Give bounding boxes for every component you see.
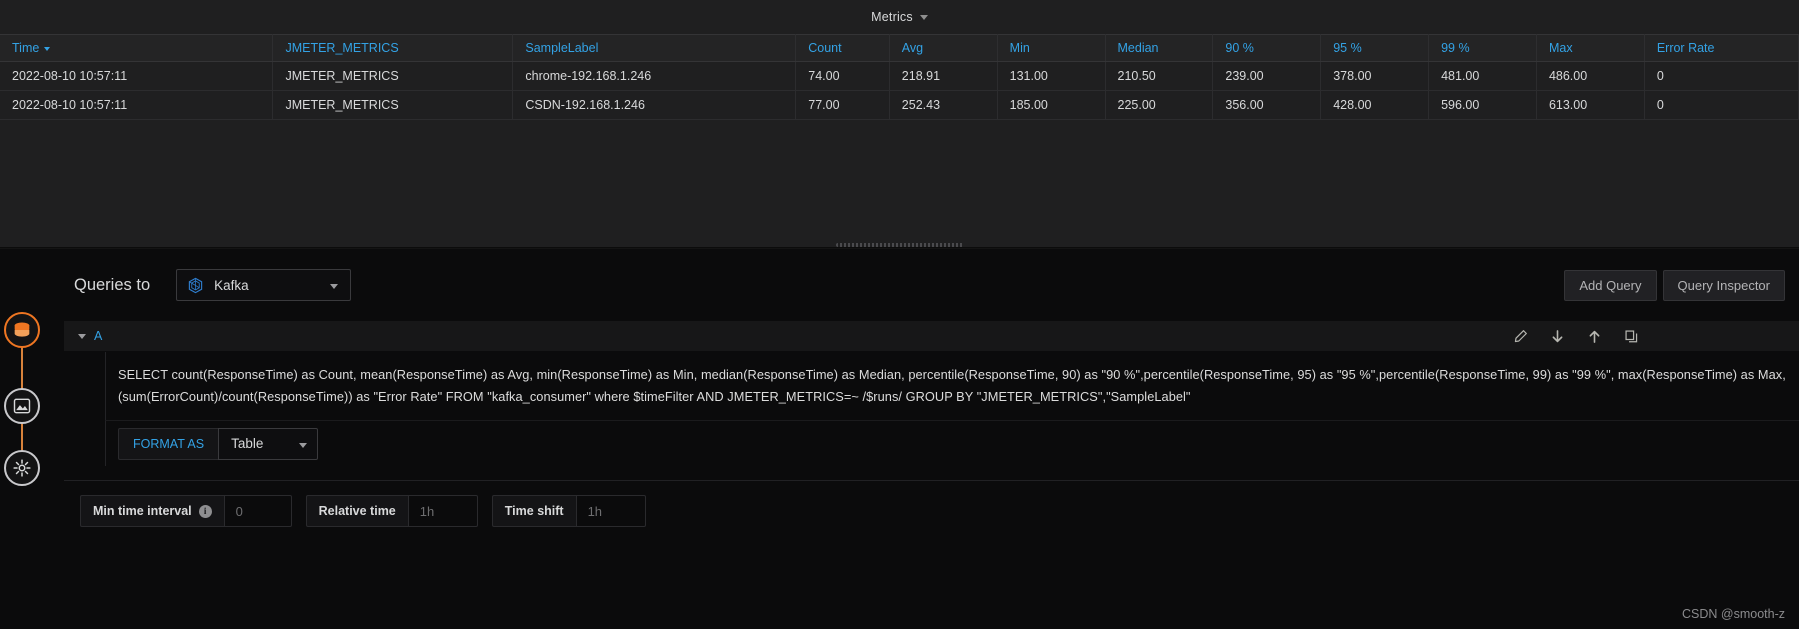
column-label-time: Time [12,41,40,55]
metrics-panel: Metrics Time JMETER_METRICS SampleLabel … [0,0,1799,248]
relative-time-input[interactable]: 1h [407,495,478,527]
queries-to-label: Queries to [74,275,151,294]
sort-descending-icon [44,46,51,51]
chevron-down-icon[interactable] [78,333,86,339]
cell-count: 77.00 [795,90,890,120]
dashboard-image-icon[interactable] [4,388,40,424]
column-header-jmeter-metrics[interactable]: JMETER_METRICS [272,34,514,62]
query-row-actions [1513,329,1799,344]
format-as-value: Table [231,436,264,451]
cell-label: CSDN-192.168.1.246 [512,90,797,120]
min-time-interval-text: Min time interval [93,504,192,518]
query-editor: Queries to Kafka Add Query Query Inspect… [0,249,1799,629]
cell-p90: 239.00 [1212,61,1322,91]
cell-label: chrome-192.168.1.246 [512,61,797,91]
min-time-interval-input[interactable]: 0 [223,495,292,527]
cell-min: 185.00 [997,90,1106,120]
cell-max: 486.00 [1536,61,1645,91]
metrics-table-wrapper: Time JMETER_METRICS SampleLabel Count Av… [0,34,1799,120]
cell-time: 2022-08-10 10:57:11 [0,90,274,120]
column-header-samplelabel[interactable]: SampleLabel [512,34,797,62]
queries-actions: Add Query Query Inspector [1564,269,1785,301]
cell-metrics: JMETER_METRICS [272,61,514,91]
sql-query-text[interactable]: SELECT count(ResponseTime) as Count, mea… [106,364,1799,408]
queries-toolbar: Queries to Kafka Add Query Query Inspect… [0,249,1799,321]
cell-max: 613.00 [1536,90,1645,120]
cell-avg: 218.91 [889,61,998,91]
query-inspector-button[interactable]: Query Inspector [1662,269,1785,301]
table-body: 2022-08-10 10:57:11 JMETER_METRICS chrom… [0,61,1799,120]
column-header-count[interactable]: Count [795,34,890,62]
cell-p95: 378.00 [1320,61,1430,91]
cell-metrics: JMETER_METRICS [272,90,514,120]
panel-resize-handle[interactable] [0,241,1799,249]
add-query-button[interactable]: Add Query [1564,269,1657,301]
move-query-up-icon[interactable] [1587,329,1602,344]
table-row: 2022-08-10 10:57:11 JMETER_METRICS chrom… [0,61,1799,91]
column-header-p95[interactable]: 95 % [1320,34,1430,62]
cell-time: 2022-08-10 10:57:11 [0,61,274,91]
cell-median: 210.50 [1105,61,1214,91]
query-row-header: A [64,321,1799,352]
table-header: Time JMETER_METRICS SampleLabel Count Av… [0,34,1799,62]
format-as-row: FORMAT AS Table [105,420,1799,466]
column-header-median[interactable]: Median [1105,34,1214,62]
cell-count: 74.00 [795,61,890,91]
database-icon[interactable] [4,312,40,348]
cell-p99: 596.00 [1428,90,1537,120]
query-row-a: A SELECT count(ResponseTime) as Count, m… [64,321,1799,481]
format-as-label: FORMAT AS [118,427,219,460]
table-row: 2022-08-10 10:57:11 JMETER_METRICS CSDN-… [0,90,1799,120]
column-header-error-rate[interactable]: Error Rate [1644,34,1799,62]
min-time-interval-option: Min time interval i 0 [80,495,292,527]
query-sql-editor[interactable]: SELECT count(ResponseTime) as Count, mea… [105,352,1799,420]
time-shift-input[interactable]: 1h [575,495,646,527]
resize-grip-icon[interactable] [835,243,964,247]
info-icon[interactable]: i [198,504,212,518]
metrics-table: Time JMETER_METRICS SampleLabel Count Av… [0,34,1799,120]
grafana-panel-edit-screen: Metrics Time JMETER_METRICS SampleLabel … [0,0,1799,629]
chevron-down-icon[interactable] [330,284,339,289]
query-options-row: Min time interval i 0 Relative time 1h T… [80,481,1799,541]
watermark: CSDN @smooth-z [1682,607,1785,621]
column-header-max[interactable]: Max [1536,34,1645,62]
table-header-row: Time JMETER_METRICS SampleLabel Count Av… [0,34,1799,62]
datasource-picker[interactable]: Kafka [176,269,352,301]
influxdb-datasource-icon [187,277,204,294]
format-as-select[interactable]: Table [218,427,319,460]
column-header-p99[interactable]: 99 % [1428,34,1537,62]
cell-avg: 252.43 [889,90,998,120]
relative-time-option: Relative time 1h [305,495,478,527]
column-header-avg[interactable]: Avg [889,34,998,62]
move-query-down-icon[interactable] [1550,329,1565,344]
gear-icon[interactable] [4,450,40,486]
cell-p99: 481.00 [1428,61,1537,91]
cell-median: 225.00 [1105,90,1214,120]
chevron-down-icon[interactable] [299,442,308,448]
column-header-p90[interactable]: 90 % [1212,34,1322,62]
cell-error: 0 [1644,61,1799,91]
time-shift-label: Time shift [491,495,576,527]
datasource-name: Kafka [214,277,249,293]
panel-header: Metrics [0,0,1799,34]
cell-min: 131.00 [997,61,1106,91]
time-shift-option: Time shift 1h [491,495,646,527]
panel-title[interactable]: Metrics [871,10,913,24]
side-rail [0,300,44,490]
query-ref-id[interactable]: A [94,329,102,343]
column-header-time[interactable]: Time [0,34,274,62]
duplicate-query-icon[interactable] [1624,329,1639,344]
cell-p95: 428.00 [1320,90,1430,120]
cell-p90: 356.00 [1212,90,1322,120]
cell-error: 0 [1644,90,1799,120]
min-time-interval-label: Min time interval i [80,495,224,527]
edit-query-icon[interactable] [1513,329,1528,344]
chevron-down-icon[interactable] [919,14,928,20]
relative-time-label: Relative time [305,495,408,527]
column-header-min[interactable]: Min [997,34,1106,62]
